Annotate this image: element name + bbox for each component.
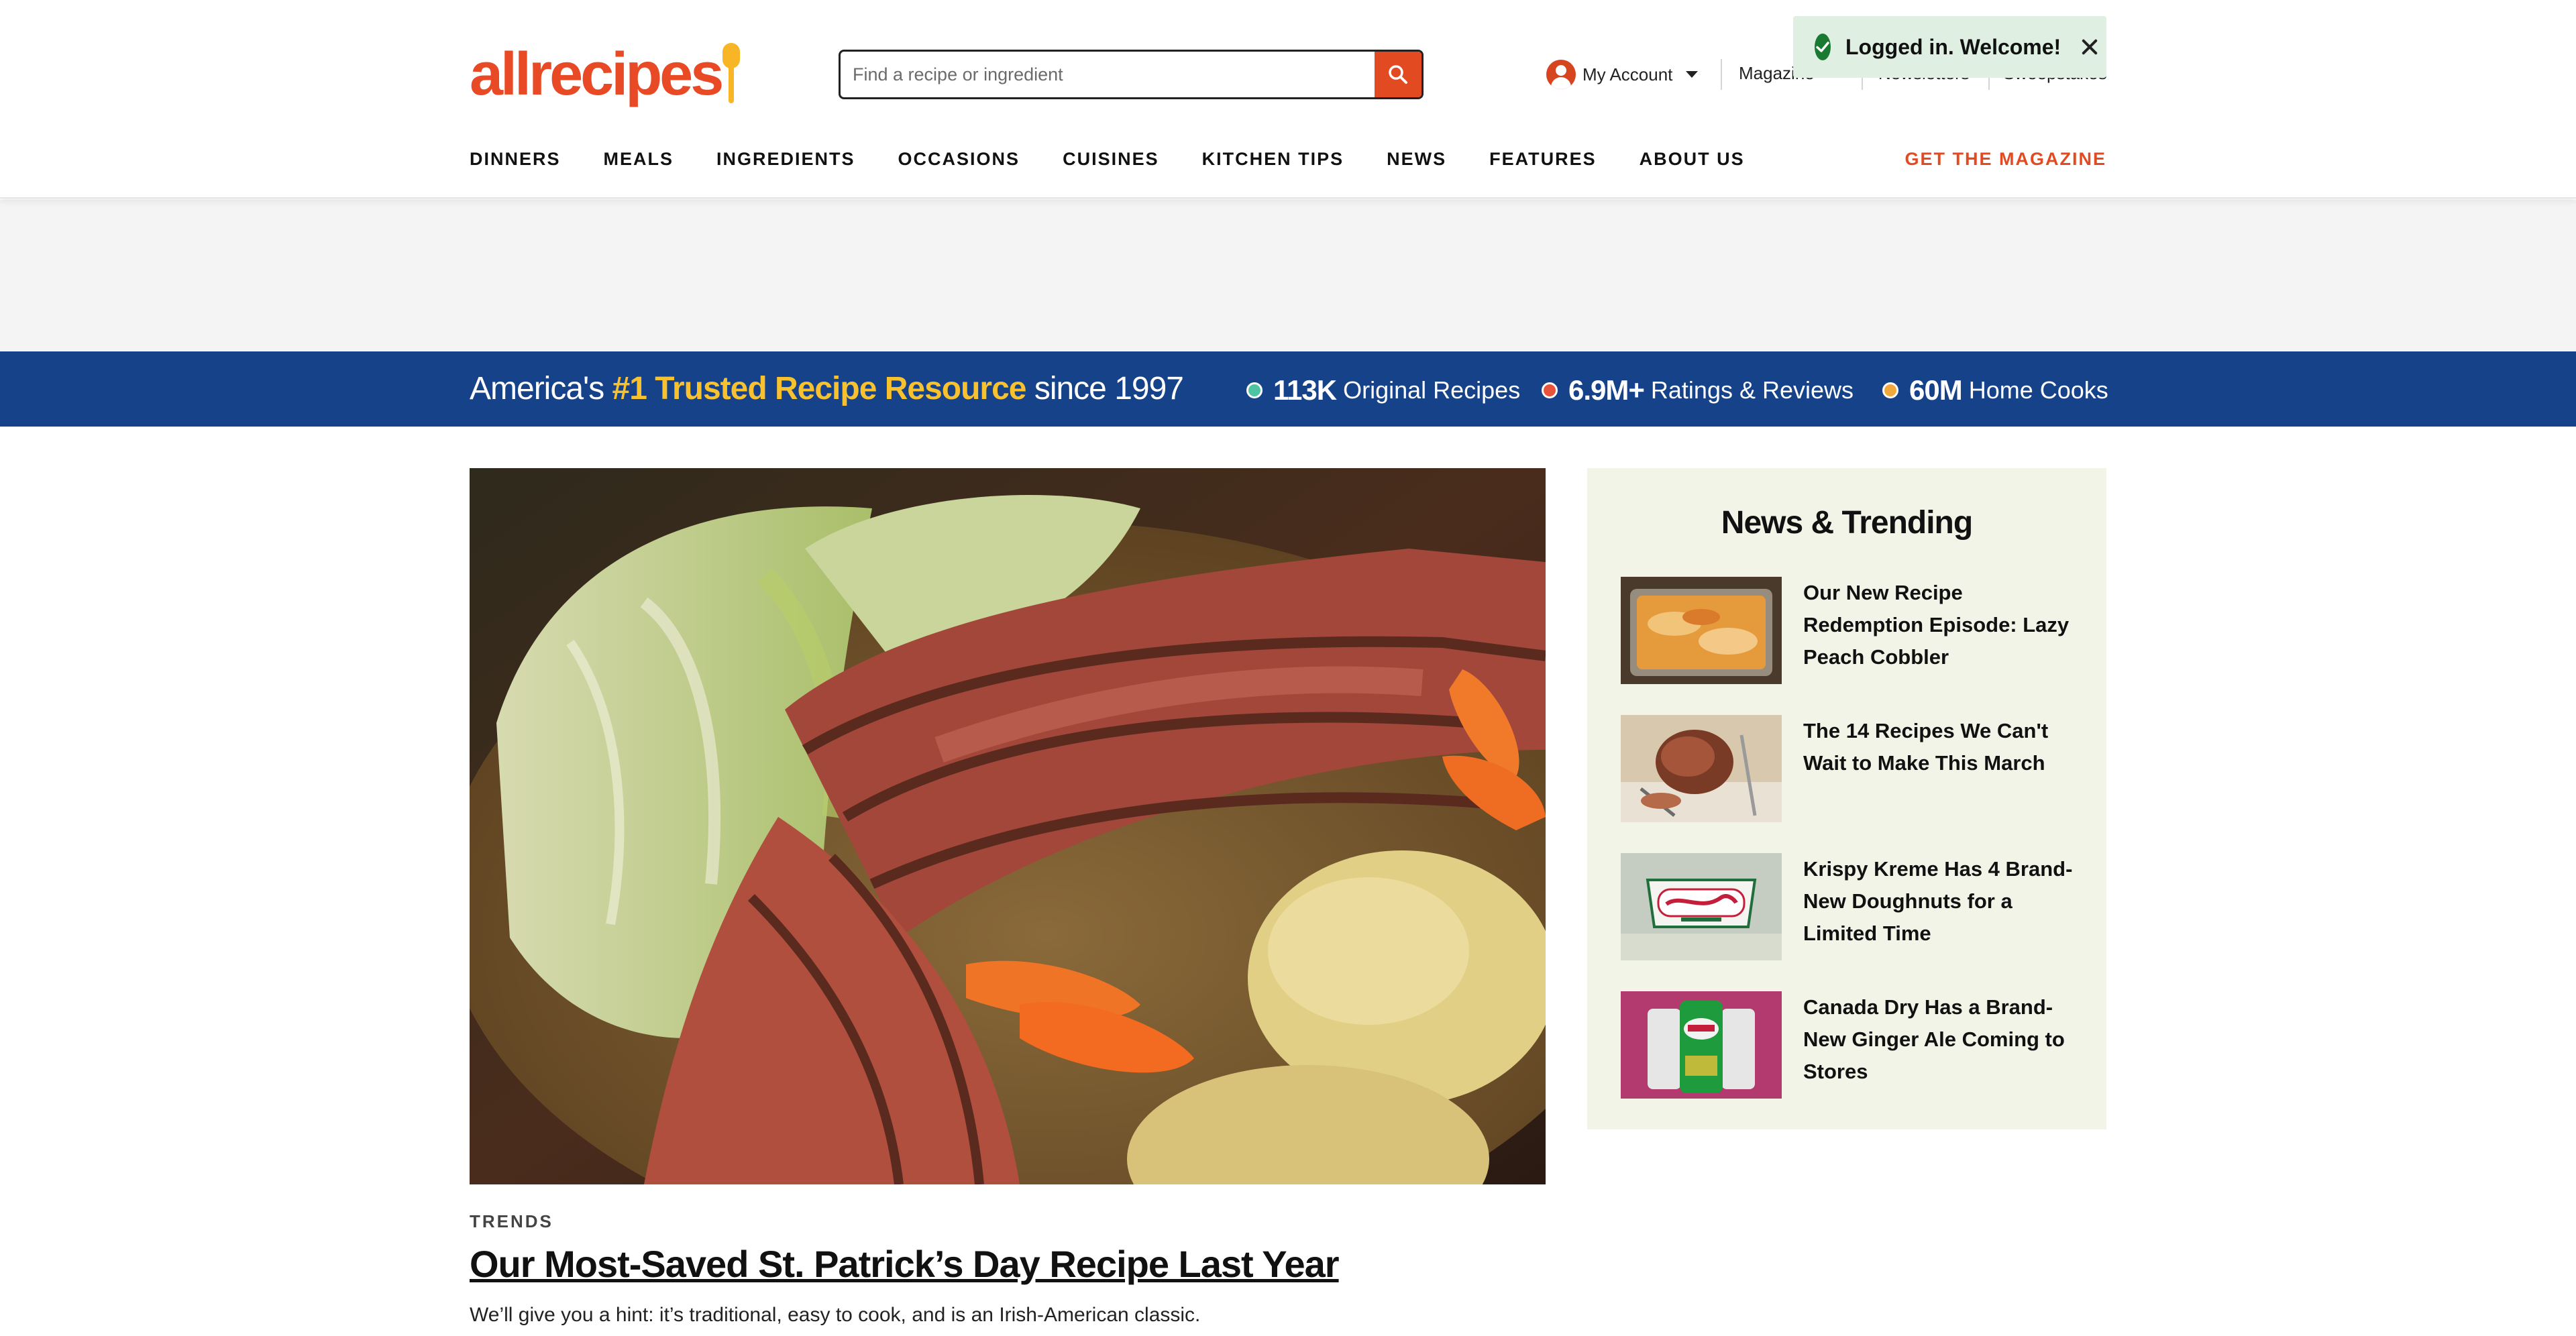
user-icon [1546, 60, 1576, 89]
ad-slot [0, 200, 2576, 351]
account-menu[interactable]: My Account [1546, 59, 1699, 90]
banner-tagline: America's #1 Trusted Recipe Resource sin… [470, 371, 1184, 406]
logo[interactable]: allrecipes [470, 38, 741, 111]
nav-news[interactable]: NEWS [1387, 149, 1446, 170]
trending-item-title: Krispy Kreme Has 4 Brand-New Doughnuts f… [1803, 857, 2073, 945]
stat-cooks: 60M Home Cooks [1882, 376, 2108, 405]
dot-icon [1542, 382, 1558, 398]
trending-thumbnail [1621, 991, 1782, 1099]
logo-text: allrecipes [470, 41, 724, 108]
dot-icon [1246, 382, 1263, 398]
search-bar [839, 50, 1424, 99]
trending-item-title: Canada Dry Has a Brand-New Ginger Ale Co… [1803, 995, 2065, 1083]
trending-thumbnail [1621, 853, 1782, 960]
trending-item[interactable]: The 14 Recipes We Can't Wait to Make Thi… [1621, 715, 2077, 822]
trending-item-title: The 14 Recipes We Can't Wait to Make Thi… [1803, 719, 2049, 775]
search-input[interactable] [841, 52, 1375, 97]
hero-kicker[interactable]: TRENDS [470, 1211, 553, 1232]
account-label: My Account [1582, 64, 1673, 85]
spoon-icon [722, 38, 741, 105]
trust-banner: America's #1 Trusted Recipe Resource sin… [0, 351, 2576, 427]
trending-thumbnail [1621, 715, 1782, 822]
trending-item[interactable]: Canada Dry Has a Brand-New Ginger Ale Co… [1621, 991, 2077, 1099]
hero-title[interactable]: Our Most-Saved St. Patrick’s Day Recipe … [470, 1242, 1340, 1286]
dot-icon [1882, 382, 1898, 398]
nav-meals[interactable]: MEALS [604, 149, 674, 170]
nav-ingredients[interactable]: INGREDIENTS [716, 149, 855, 170]
nav-dinners[interactable]: DINNERS [470, 149, 561, 170]
nav-cuisines[interactable]: CUISINES [1063, 149, 1159, 170]
trending-thumbnail [1621, 577, 1782, 684]
nav-kitchen-tips[interactable]: KITCHEN TIPS [1202, 149, 1344, 170]
hero-description: We’ll give you a hint: it’s traditional,… [470, 1304, 1201, 1326]
trending-item[interactable]: Our New Recipe Redemption Episode: Lazy … [1621, 577, 2077, 684]
stat-recipes: 113K Original Recipes [1246, 376, 1520, 405]
nav-about-us[interactable]: ABOUT US [1640, 149, 1745, 170]
hero-image[interactable] [470, 468, 1546, 1184]
site-header: allrecipes My Account Magazine Newslette… [0, 0, 2576, 199]
close-icon[interactable] [2078, 36, 2085, 58]
news-trending-panel: News & Trending Our New Recipe Redemptio… [1587, 468, 2106, 1129]
toast-message: Logged in. Welcome! [1845, 34, 2061, 59]
search-button[interactable] [1375, 52, 1421, 97]
get-magazine-link[interactable]: GET THE MAGAZINE [1905, 149, 2107, 170]
trending-item[interactable]: Krispy Kreme Has 4 Brand-New Doughnuts f… [1621, 853, 2077, 960]
chevron-down-icon [1686, 71, 1699, 78]
login-toast: Logged in. Welcome! [1793, 16, 2106, 78]
main-nav: DINNERS MEALS INGREDIENTS OCCASIONS CUIS… [470, 149, 1788, 170]
check-circle-icon [1815, 34, 1831, 60]
trending-title: News & Trending [1721, 505, 1973, 541]
nav-occasions[interactable]: OCCASIONS [898, 149, 1020, 170]
divider [1721, 59, 1722, 90]
trending-item-title: Our New Recipe Redemption Episode: Lazy … [1803, 581, 2070, 669]
stat-ratings: 6.9M+ Ratings & Reviews [1542, 376, 1854, 405]
nav-features[interactable]: FEATURES [1489, 149, 1597, 170]
search-icon [1389, 65, 1407, 84]
